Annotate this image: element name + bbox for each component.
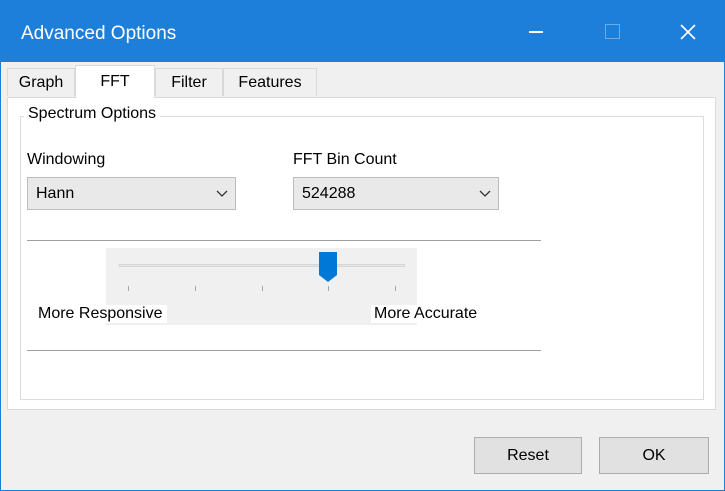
tab-features-label: Features: [238, 73, 302, 91]
maximize-button[interactable]: [577, 1, 647, 62]
slider-max-label: More Accurate: [371, 305, 484, 323]
tab-graph-label: Graph: [18, 73, 64, 91]
chevron-down-icon: [472, 190, 498, 198]
close-icon: [680, 23, 696, 40]
tab-filter[interactable]: Filter: [155, 68, 223, 96]
minimize-button[interactable]: [501, 1, 571, 62]
tab-fft-label: FFT: [100, 73, 130, 90]
windowing-select[interactable]: Hann: [27, 177, 236, 210]
tab-fft[interactable]: FFT: [75, 65, 155, 98]
slider-tick: [195, 286, 196, 291]
slider-tick: [262, 286, 263, 291]
slider-track: [119, 264, 405, 267]
close-button[interactable]: [653, 1, 723, 62]
windowing-label: Windowing: [27, 151, 106, 168]
minimize-icon: [529, 30, 543, 33]
advanced-options-window: Advanced Options Graph FFT Filter Featur…: [0, 0, 725, 491]
spectrum-options-label: Spectrum Options: [24, 104, 161, 124]
windowing-value: Hann: [36, 184, 75, 202]
slider-min-label: More Responsive: [38, 305, 167, 323]
fft-bin-count-value: 524288: [302, 184, 356, 202]
window-title: Advanced Options: [21, 23, 177, 44]
tab-graph[interactable]: Graph: [7, 68, 75, 96]
fft-bin-count-select[interactable]: 524288: [293, 177, 499, 210]
reset-button[interactable]: Reset: [474, 437, 582, 474]
maximize-icon: [604, 24, 620, 39]
ok-button-label: OK: [642, 446, 666, 464]
chevron-down-icon: [209, 190, 235, 198]
tab-features[interactable]: Features: [223, 68, 317, 96]
slider-tick: [328, 286, 329, 291]
slider-tick: [128, 286, 129, 291]
ok-button[interactable]: OK: [599, 437, 709, 474]
reset-button-label: Reset: [507, 446, 549, 464]
slider-tick: [395, 286, 396, 291]
divider-top: [27, 240, 541, 241]
tab-filter-label: Filter: [171, 73, 207, 91]
slider-thumb[interactable]: [318, 251, 338, 283]
fft-bin-count-label: FFT Bin Count: [293, 151, 397, 168]
divider-bottom: [27, 350, 541, 351]
title-bar[interactable]: Advanced Options: [1, 1, 724, 62]
